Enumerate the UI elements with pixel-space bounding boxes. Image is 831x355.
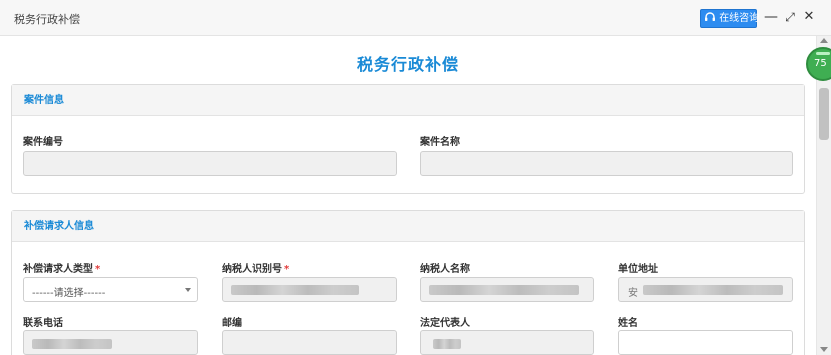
claimant-info-heading: 补偿请求人信息 — [12, 211, 804, 242]
legal-rep-label: 法定代表人 — [420, 318, 470, 329]
taxpayer-name-label: 纳税人名称 — [420, 264, 470, 275]
case-name-field[interactable] — [420, 151, 793, 176]
taxpayer-id-label-text: 纳税人识别号 — [222, 264, 282, 275]
chevron-down-icon — [185, 288, 191, 292]
scrollbar-thumb[interactable] — [819, 88, 829, 140]
required-marker: * — [95, 264, 101, 275]
maximize-icon[interactable]: ⤢ — [781, 8, 799, 26]
taxpayer-id-field[interactable] — [222, 277, 397, 302]
case-info-panel: 案件信息 案件编号 案件名称 — [11, 84, 805, 194]
redacted-value — [643, 285, 783, 295]
close-icon[interactable]: ✕ — [800, 8, 818, 26]
scroll-up-arrow-icon[interactable] — [820, 38, 828, 43]
claimant-type-label: 补偿请求人类型 * — [23, 260, 100, 275]
person-name-label: 姓名 — [618, 318, 638, 329]
scroll-down-arrow-icon[interactable] — [820, 347, 828, 352]
required-marker: * — [284, 264, 290, 275]
legal-rep-field[interactable] — [420, 330, 594, 355]
vertical-scrollbar[interactable] — [816, 36, 831, 355]
online-consult-button[interactable]: 在线咨询 — [700, 9, 760, 28]
case-number-label: 案件编号 — [23, 137, 63, 148]
claimant-type-select[interactable]: ------请选择------ — [23, 277, 198, 302]
headset-icon — [705, 12, 715, 21]
claimant-type-selected-value: ------请选择------ — [32, 288, 106, 299]
minimize-icon[interactable]: — — [762, 8, 780, 26]
taxpayer-id-label: 纳税人识别号 * — [222, 260, 289, 275]
phone-label: 联系电话 — [23, 318, 63, 329]
case-info-heading: 案件信息 — [12, 85, 804, 116]
online-consult-label: 在线咨询 — [719, 13, 760, 24]
window-title: 税务行政补偿 — [14, 13, 80, 26]
case-name-label: 案件名称 — [420, 137, 460, 148]
unit-address-prefix: 安 — [628, 288, 638, 299]
window-titlebar: 税务行政补偿 在线咨询 — ⤢ ✕ — [0, 0, 831, 36]
redacted-value — [429, 285, 579, 295]
person-name-field[interactable] — [618, 330, 793, 355]
claimant-type-label-text: 补偿请求人类型 — [23, 264, 93, 275]
case-number-field[interactable] — [23, 151, 397, 176]
postcode-field[interactable] — [222, 330, 397, 355]
redacted-value — [433, 339, 461, 349]
redacted-value — [32, 339, 112, 349]
postcode-label: 邮编 — [222, 318, 242, 329]
phone-field[interactable] — [23, 330, 198, 355]
unit-address-label: 单位地址 — [618, 264, 658, 275]
taxpayer-name-field[interactable] — [420, 277, 594, 302]
claimant-info-panel: 补偿请求人信息 补偿请求人类型 * 纳税人识别号 * 纳税人名称 单位地址 ----… — [11, 210, 805, 355]
unit-address-field[interactable]: 安 — [618, 277, 793, 302]
redacted-value — [231, 285, 359, 295]
page-title: 税务行政补偿 — [356, 55, 459, 74]
